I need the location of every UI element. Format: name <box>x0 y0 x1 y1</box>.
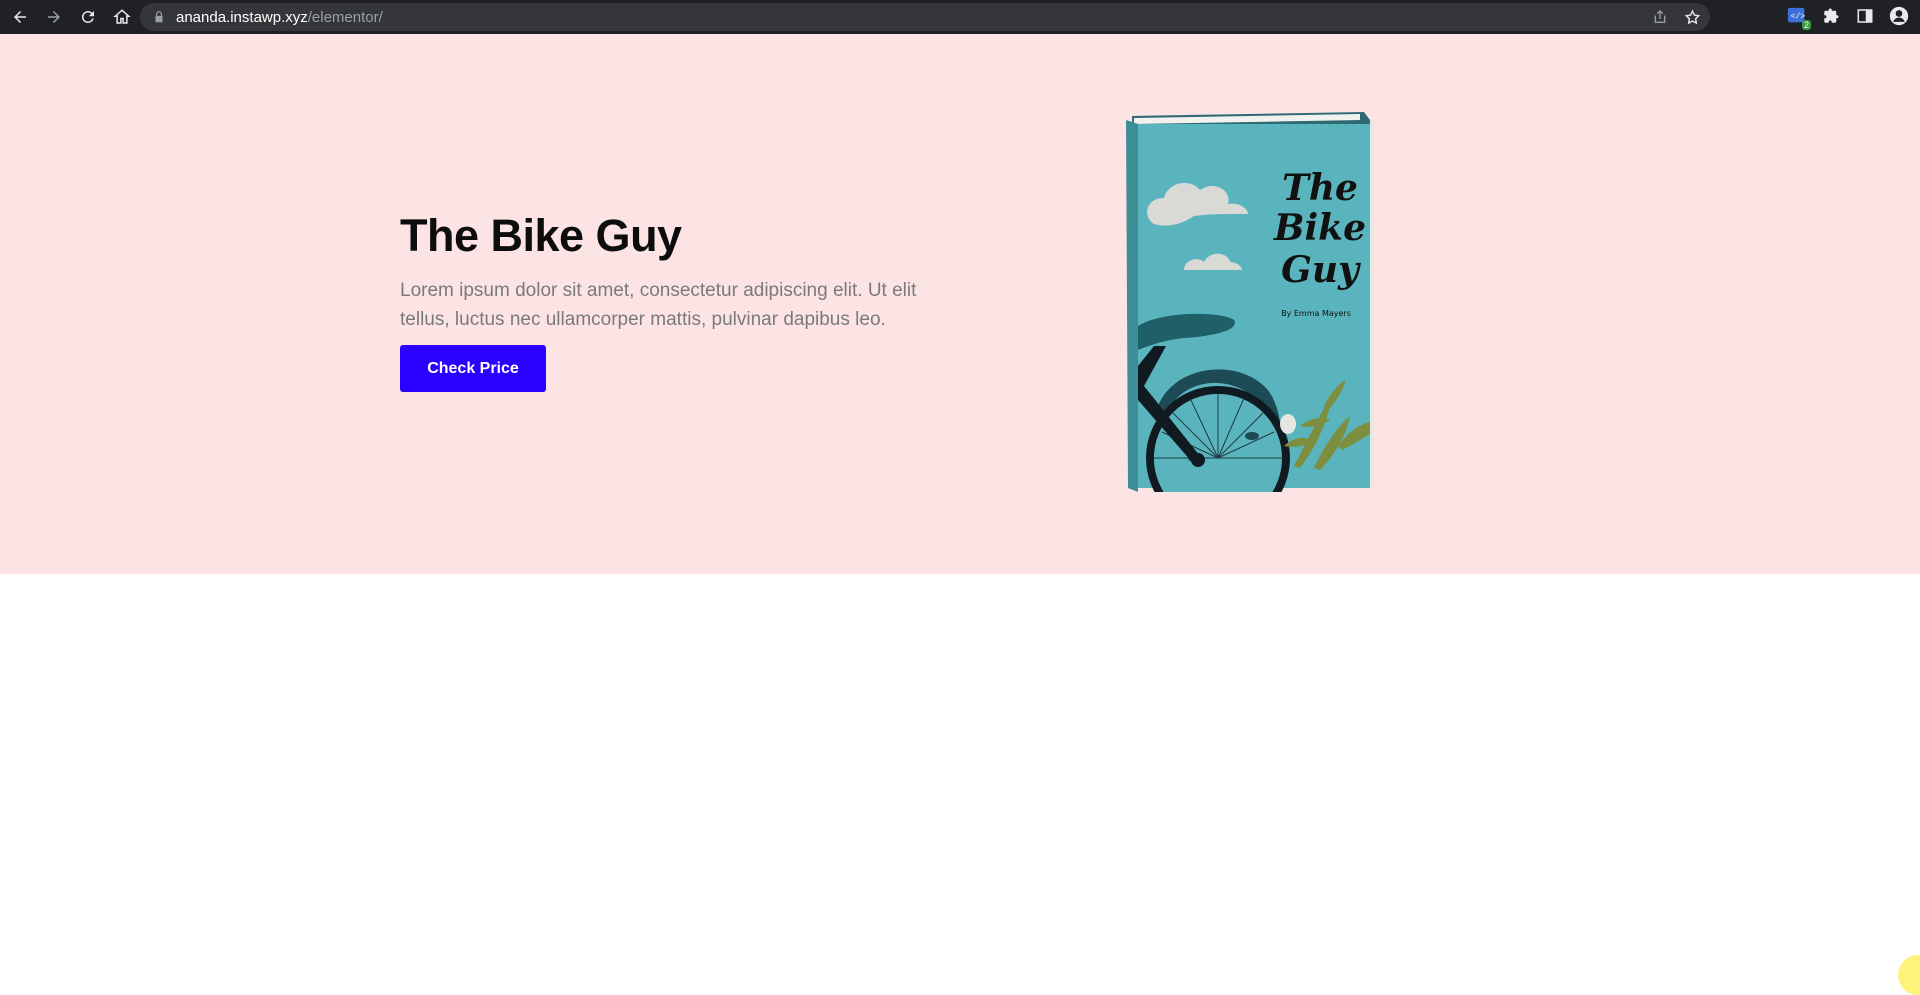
book-title-line-1: The <box>1282 167 1358 209</box>
extension-icon[interactable]: </> 2 <box>1786 5 1811 30</box>
profile-icon[interactable] <box>1888 5 1910 27</box>
reload-icon[interactable] <box>74 3 102 31</box>
back-icon[interactable] <box>6 3 34 31</box>
puzzle-icon[interactable] <box>1820 5 1842 27</box>
hero-text-block: The Bike Guy Lorem ipsum dolor sit amet,… <box>400 210 960 334</box>
hero-title: The Bike Guy <box>400 210 682 261</box>
extension-badge: 2 <box>1801 20 1811 30</box>
sidebar-icon[interactable] <box>1854 5 1876 27</box>
hero-description: Lorem ipsum dolor sit amet, consectetur … <box>400 279 917 330</box>
url-path: /elementor/ <box>307 8 383 26</box>
home-icon[interactable] <box>108 3 136 31</box>
browser-toolbar: ananda.instawp.xyz/elementor/ </> 2 <box>0 0 1920 34</box>
book-title-line-2: Bike <box>1273 207 1366 249</box>
url-host: ananda.instawp.xyz <box>176 8 308 26</box>
cursor-highlight <box>1898 955 1920 995</box>
star-icon[interactable] <box>1682 7 1702 27</box>
forward-icon[interactable] <box>40 3 68 31</box>
book-title-line-3: Guy <box>1281 249 1361 291</box>
address-bar[interactable]: ananda.instawp.xyz/elementor/ <box>140 3 1710 31</box>
hero-section: The Bike Guy Lorem ipsum dolor sit amet,… <box>0 34 1920 574</box>
lock-icon <box>155 11 163 23</box>
url-text: ananda.instawp.xyz/elementor/ <box>176 9 383 26</box>
share-icon[interactable] <box>1650 7 1670 27</box>
check-price-button[interactable]: Check Price <box>400 345 546 392</box>
book-cover-image: The Bike Guy By Emma Mayers <box>1126 112 1374 492</box>
book-author: By Emma Mayers <box>1281 309 1351 318</box>
